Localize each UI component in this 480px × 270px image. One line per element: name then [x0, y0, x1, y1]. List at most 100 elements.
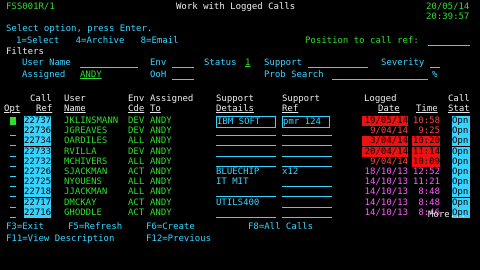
program-id: FSS001R/1 — [6, 2, 55, 12]
env-code: DEV — [128, 126, 145, 136]
row-option-input[interactable] — [10, 137, 16, 146]
f12-previous-key[interactable]: F12=Previous — [146, 234, 211, 244]
call-ref[interactable]: 22725 — [24, 177, 52, 187]
logged-date: 14/10/13 — [364, 208, 408, 218]
call-status: Opn — [452, 147, 470, 157]
call-status: Opn — [452, 177, 470, 187]
call-status: Opn — [452, 157, 470, 167]
support-filter-input[interactable] — [308, 58, 368, 68]
logged-date: 9/04/14 — [370, 126, 408, 136]
logged-time: 10:58 — [412, 116, 440, 126]
ooh-filter-input[interactable] — [172, 70, 194, 80]
user-name: JKLINSMANN — [64, 116, 119, 126]
env-code: ACT — [128, 167, 145, 177]
col-env-h2: Cde — [128, 104, 145, 114]
terminal-screen: { "header": { "program": "FSS001R/1", "t… — [0, 0, 480, 270]
assigned-to: ANDY — [150, 187, 172, 197]
call-ref[interactable]: 22733 — [24, 147, 52, 157]
assigned-to: ANDY — [150, 126, 172, 136]
call-ref[interactable]: 22717 — [24, 198, 52, 208]
col-assigned-h1: Assigned — [150, 94, 194, 104]
row-option-input[interactable] — [10, 199, 16, 208]
severity-filter-input[interactable] — [430, 58, 440, 68]
ooh-label: OoH — [150, 70, 167, 80]
support-details: UTILS400 — [216, 198, 260, 208]
f8-all-calls-key[interactable]: F8=All Calls — [248, 222, 313, 232]
col-supd-h2: Details — [216, 104, 254, 114]
row-option-input[interactable] — [10, 178, 16, 187]
user-name: JJACKMAN — [64, 187, 108, 197]
assigned-filter-input[interactable]: ANDY — [80, 70, 134, 80]
col-assigned-h2: To — [150, 104, 161, 114]
call-ref[interactable]: 22716 — [24, 208, 52, 218]
call-ref[interactable]: 22732 — [24, 157, 52, 167]
assigned-to: ANDY — [150, 136, 172, 146]
col-opt-h2: Opt — [4, 104, 21, 114]
assigned-to: ANDY — [150, 167, 172, 177]
logged-time: 12:52 — [412, 167, 440, 177]
user-name: DMCKAY — [64, 198, 97, 208]
logged-date: 14/10/13 — [364, 198, 408, 208]
logged-time: 8:48 — [418, 187, 440, 197]
call-status: Opn — [452, 116, 470, 126]
call-status: Opn — [452, 187, 470, 197]
support-label: Support — [264, 58, 302, 68]
call-status: Opn — [452, 198, 470, 208]
env-code: DEV — [128, 116, 145, 126]
logged-date: 18/10/13 — [364, 167, 408, 177]
assigned-to: ANDY — [150, 147, 172, 157]
user-name: NYOUENS — [64, 177, 102, 187]
logged-time: 11:14 — [412, 147, 440, 157]
f3-exit-key[interactable]: F3=Exit — [6, 222, 44, 232]
position-label: Position to call ref: — [305, 36, 419, 46]
row-option-input[interactable] — [10, 127, 16, 136]
logged-date: 3/04/14 — [362, 136, 408, 146]
support-ref — [282, 187, 332, 197]
user-name-filter-input[interactable] — [80, 58, 138, 68]
user-name: GHODDLE — [64, 208, 102, 218]
row-option-input[interactable] — [10, 188, 16, 197]
status-filter-input[interactable]: 1 — [245, 58, 250, 68]
col-logged-h1: Logged — [364, 94, 397, 104]
row-option-input[interactable] — [10, 148, 16, 157]
user-name: MCHIVERS — [64, 157, 108, 167]
call-ref[interactable]: 22734 — [24, 136, 52, 146]
position-to-call-ref-input[interactable] — [428, 36, 470, 46]
support-ref — [282, 208, 332, 218]
system-date: 20/05/14 — [426, 2, 470, 12]
logged-date: 20/04/14 — [362, 147, 408, 157]
row-option-input[interactable] — [10, 117, 16, 125]
prob-search-input[interactable] — [332, 70, 428, 80]
user-name-label: User Name — [22, 58, 71, 68]
support-details — [216, 208, 276, 218]
env-label: Env — [150, 58, 167, 68]
logged-date: 9/04/14 — [370, 157, 408, 167]
row-option-input[interactable] — [10, 158, 16, 167]
percent-sign: % — [432, 70, 438, 80]
f5-refresh-key[interactable]: F5=Refresh — [68, 222, 122, 232]
f6-create-key[interactable]: F6=Create — [146, 222, 195, 232]
row-option-input[interactable] — [10, 168, 16, 177]
env-filter-input[interactable] — [172, 58, 194, 68]
call-ref[interactable]: 22737 — [24, 116, 52, 126]
assigned-to: ANDY — [150, 208, 172, 218]
support-ref — [282, 198, 332, 208]
call-ref[interactable]: 22736 — [24, 126, 52, 136]
f11-view-description-key[interactable]: F11=View Description — [6, 234, 114, 244]
col-user-h1: User — [64, 94, 86, 104]
logged-time: 8:48 — [418, 198, 440, 208]
call-ref[interactable]: 22726 — [24, 167, 52, 177]
logged-date: 14/10/13 — [364, 187, 408, 197]
logged-time: 10:20 — [412, 136, 440, 146]
call-ref[interactable]: 22718 — [24, 187, 52, 197]
filters-heading: Filters — [6, 47, 44, 57]
row-option-input[interactable] — [10, 209, 16, 218]
support-details — [216, 157, 276, 167]
status-label: Status — [204, 58, 237, 68]
support-details — [216, 136, 276, 146]
user-name: OARDILES — [64, 136, 108, 146]
col-supr-h2: Ref — [282, 104, 299, 114]
assigned-to: ANDY — [150, 198, 172, 208]
env-code: ALL — [128, 136, 145, 146]
call-status: Opn — [452, 167, 470, 177]
